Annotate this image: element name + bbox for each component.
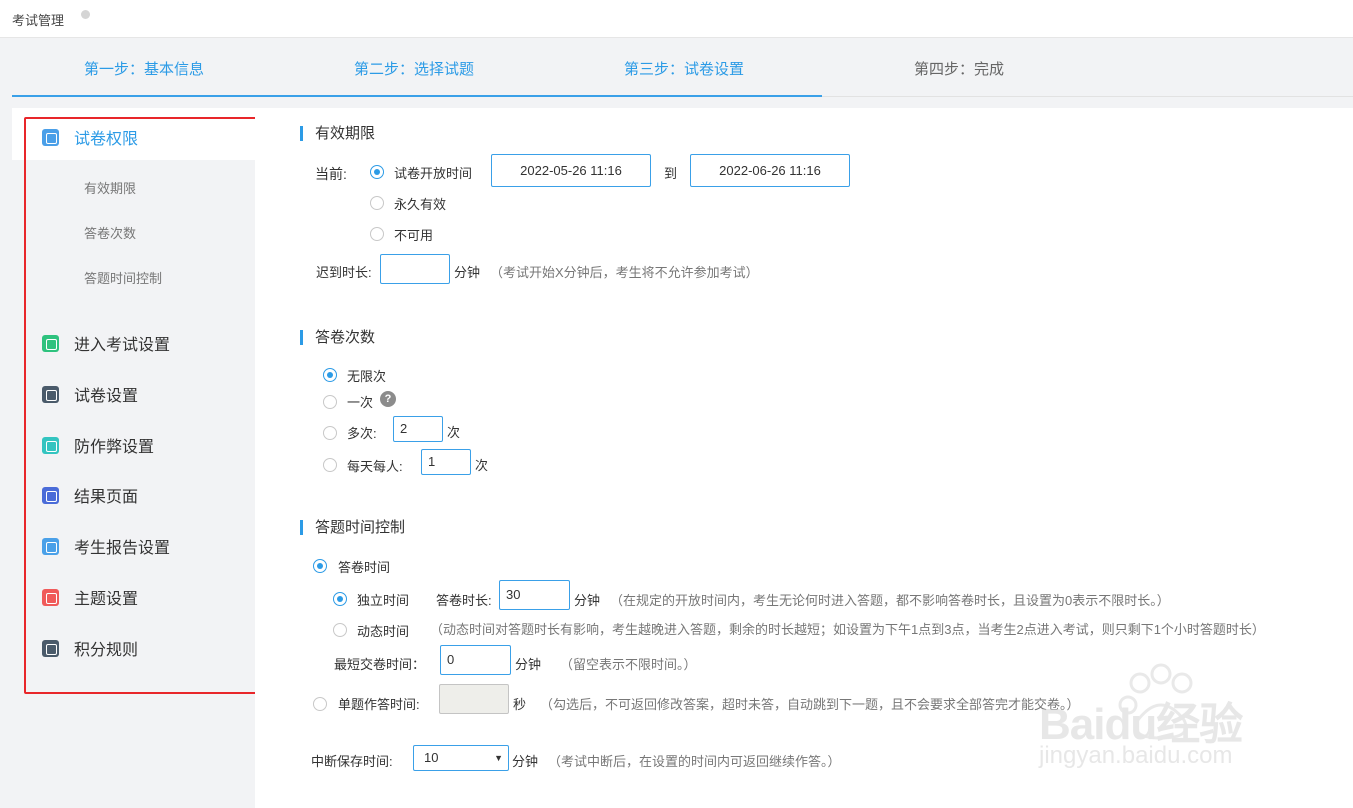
radio-single-question-label: 单题作答时间: — [338, 697, 420, 712]
single-question-input[interactable] — [439, 684, 509, 714]
single-question-unit: 秒 — [513, 697, 527, 712]
radio-unavailable-label: 不可用 — [394, 228, 434, 243]
min-submit-input[interactable]: 0 — [440, 645, 511, 675]
radio-forever[interactable] — [370, 196, 384, 210]
radio-once[interactable] — [323, 395, 337, 409]
app-title: 考试管理 — [12, 13, 65, 28]
min-submit-hint: （留空表示不限时间。） — [560, 657, 697, 672]
chevron-down-icon: ▼ — [494, 753, 503, 763]
save-time-unit: 分钟 — [512, 754, 539, 769]
end-date-input[interactable]: 2022-06-26 11:16 — [690, 154, 850, 187]
step-1[interactable]: 第一步：基本信息 — [84, 58, 204, 79]
radio-unavailable[interactable] — [370, 227, 384, 241]
step-wizard: 第一步：基本信息 第二步：选择试题 第三步：试卷设置 第四步：完成 — [12, 38, 1353, 98]
radio-multiple[interactable] — [323, 426, 337, 440]
section-title-attempts: 答卷次数 — [300, 330, 375, 345]
watermark-url: jingyan.baidu.com — [1039, 742, 1233, 769]
radio-dynamic-label: 动态时间 — [357, 624, 410, 639]
dynamic-hint: （动态时间对答题时长有影响，考生越晚进入答题，剩余的时长越短；如设置为下午1点到… — [430, 622, 1265, 637]
duration-input[interactable]: 30 — [499, 580, 570, 610]
min-submit-unit: 分钟 — [515, 657, 542, 672]
save-time-select[interactable]: 10 ▼ — [413, 745, 509, 771]
step-4[interactable]: 第四步：完成 — [914, 58, 1004, 79]
daily-unit: 次 — [475, 458, 489, 473]
radio-forever-label: 永久有效 — [394, 197, 447, 212]
late-unit: 分钟 — [454, 265, 481, 280]
duration-unit: 分钟 — [574, 593, 601, 608]
to-label: 到 — [664, 166, 678, 181]
independent-hint: （在规定的开放时间内，考生无论何时进入答题，都不影响答卷时长，且设置为0表示不限… — [610, 593, 1170, 608]
radio-answer-time-label: 答卷时间 — [338, 560, 391, 575]
late-hint: （考试开始X分钟后，考生将不允许参加考试） — [490, 265, 759, 280]
radio-answer-time[interactable] — [313, 559, 327, 573]
status-dot-icon — [81, 10, 90, 19]
title-bar: 考试管理 — [0, 0, 1353, 38]
duration-label: 答卷时长: — [436, 593, 492, 608]
radio-once-label: 一次 — [347, 395, 374, 410]
highlight-box — [24, 117, 261, 694]
daily-count-input[interactable]: 1 — [421, 449, 471, 475]
radio-dynamic[interactable] — [333, 623, 347, 637]
multiple-unit: 次 — [447, 425, 461, 440]
section-title-validity: 有效期限 — [300, 126, 375, 141]
radio-open-time[interactable] — [370, 165, 384, 179]
radio-daily-label: 每天每人: — [347, 459, 403, 474]
multiple-count-input[interactable]: 2 — [393, 416, 443, 442]
min-submit-label: 最短交卷时间： — [334, 657, 426, 672]
radio-multiple-label: 多次: — [347, 426, 377, 441]
radio-unlimited[interactable] — [323, 368, 337, 382]
step-2[interactable]: 第二步：选择试题 — [354, 58, 474, 79]
late-minutes-input[interactable] — [380, 254, 450, 284]
save-time-label: 中断保存时间: — [311, 754, 393, 769]
radio-open-time-label: 试卷开放时间 — [394, 166, 473, 181]
radio-single-question[interactable] — [313, 697, 327, 711]
start-date-input[interactable]: 2022-05-26 11:16 — [491, 154, 651, 187]
step-3[interactable]: 第三步：试卷设置 — [624, 58, 744, 79]
single-question-hint: （勾选后，不可返回修改答案，超时未答，自动跳到下一题，且不会要求全部答完才能交卷… — [540, 697, 1080, 712]
late-label: 迟到时长: — [316, 265, 372, 280]
section-title-timing: 答题时间控制 — [300, 520, 405, 535]
radio-daily[interactable] — [323, 458, 337, 472]
help-icon[interactable]: ? — [380, 391, 396, 407]
step-progress-bar — [12, 95, 822, 97]
save-time-hint: （考试中断后，在设置的时间内可返回继续作答。） — [548, 754, 841, 769]
radio-independent[interactable] — [333, 592, 347, 606]
current-label: 当前: — [315, 166, 347, 182]
baidu-watermark: Baidu经验 jingyan.baidu.com — [1033, 660, 1333, 780]
radio-independent-label: 独立时间 — [357, 593, 410, 608]
radio-unlimited-label: 无限次 — [347, 369, 387, 384]
save-time-value: 10 — [424, 750, 439, 765]
